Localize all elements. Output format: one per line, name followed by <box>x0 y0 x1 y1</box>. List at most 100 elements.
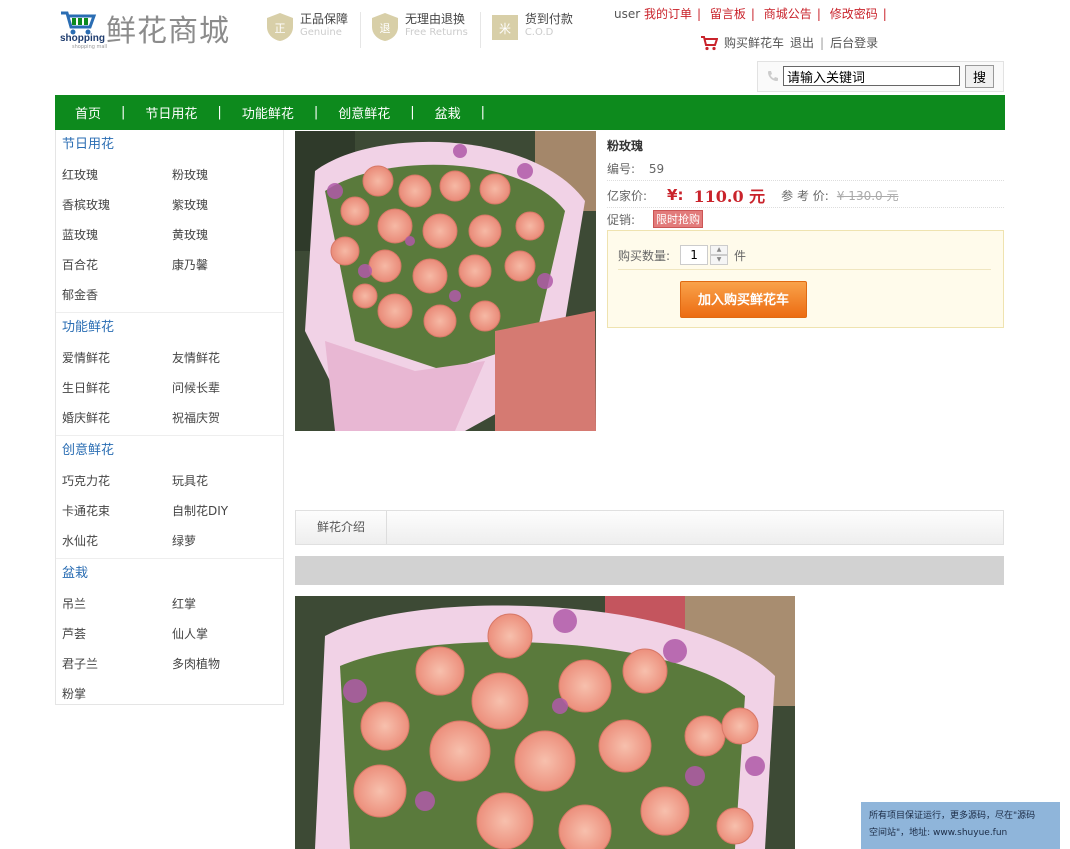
shield-icon: 正 <box>267 13 293 41</box>
link-announcements[interactable]: 商城公告 <box>764 7 812 21</box>
divider: | <box>816 7 821 21</box>
nav-creative-flowers[interactable]: 创意鲜花 <box>318 103 410 122</box>
category-item[interactable]: 紫玫瑰 <box>166 190 276 220</box>
quantity-unit: 件 <box>734 248 747 263</box>
return-shield-icon: 退 <box>372 13 399 41</box>
badge-title: 正品保障 <box>300 12 349 26</box>
category-title[interactable]: 盆栽 <box>56 559 283 589</box>
category-item[interactable]: 生日鲜花 <box>56 373 166 403</box>
search-button[interactable]: 搜 <box>965 65 994 88</box>
username: user <box>614 7 641 21</box>
badge-title: 货到付款 <box>524 12 573 26</box>
category-item[interactable]: 问候长辈 <box>166 373 276 403</box>
bouquet-photo <box>295 131 596 431</box>
category-title[interactable]: 功能鲜花 <box>56 313 283 343</box>
product-image[interactable] <box>295 131 596 431</box>
currency-symbol: ¥: <box>667 186 684 204</box>
quantity-stepper[interactable]: ▲ ▼ <box>710 245 729 265</box>
category-item[interactable]: 蓝玫瑰 <box>56 220 166 250</box>
quantity-label: 购买数量: <box>618 248 671 263</box>
category-item[interactable]: 红掌 <box>166 589 276 619</box>
purchase-box: 购买数量: ▲ ▼ 件 加入购买鲜花车 <box>607 230 1004 328</box>
cart-line: 购买鲜花车 退出 | 后台登录 <box>700 34 878 51</box>
category-item[interactable]: 多肉植物 <box>166 649 276 679</box>
category-item[interactable]: 玩具花 <box>166 466 276 496</box>
badge-sub: C.O.D <box>524 27 554 38</box>
category-title[interactable]: 节日用花 <box>56 130 283 160</box>
product-sku-row: 编号: 59 <box>607 160 1004 181</box>
promo-badge: 限时抢购 <box>653 210 704 228</box>
category-item[interactable]: 百合花 <box>56 250 166 280</box>
site-logo[interactable]: shopping shopping mall 鲜花商城 <box>60 8 240 50</box>
badge-title: 无理由退换 <box>405 12 466 26</box>
price-label: 亿家价: <box>607 188 648 203</box>
link-my-orders[interactable]: 我的订单 <box>644 7 692 21</box>
cart-icon[interactable] <box>700 35 718 51</box>
divider: | <box>820 35 825 50</box>
category-item[interactable]: 水仙花 <box>56 526 166 556</box>
badge-cod: 米 货到付款 C.O.D <box>491 12 585 48</box>
category-item[interactable]: 爱情鲜花 <box>56 343 166 373</box>
link-cart[interactable]: 购买鲜花车 <box>724 34 784 51</box>
nav-functional-flowers[interactable]: 功能鲜花 <box>222 103 314 122</box>
nav-home[interactable]: 首页 <box>55 103 121 122</box>
stepper-down-icon[interactable]: ▼ <box>710 255 729 265</box>
category-item[interactable]: 吊兰 <box>56 589 166 619</box>
svg-text:正: 正 <box>275 22 286 35</box>
product-promo-row: 促销: 限时抢购 <box>607 210 1004 228</box>
category-item[interactable]: 婚庆鲜花 <box>56 403 166 433</box>
category-item[interactable]: 友情鲜花 <box>166 343 276 373</box>
quantity-input[interactable] <box>680 245 709 265</box>
category-item[interactable]: 芦荟 <box>56 619 166 649</box>
category-item[interactable]: 仙人掌 <box>166 619 276 649</box>
category-item[interactable]: 红玫瑰 <box>56 160 166 190</box>
category-item[interactable]: 郁金香 <box>56 280 166 310</box>
category-group: 创意鲜花 巧克力花 玩具花 卡通花束 自制花DIY 水仙花 绿萝 <box>56 436 283 559</box>
category-item[interactable]: 卡通花束 <box>56 496 166 526</box>
ref-price-label: 参 考 价: <box>781 188 829 203</box>
category-item[interactable]: 巧克力花 <box>56 466 166 496</box>
link-admin-login[interactable]: 后台登录 <box>830 34 878 51</box>
notice-line: 所有项目保证运行，更多源码，尽在"源码 <box>869 811 1036 821</box>
svg-text:退: 退 <box>380 22 391 35</box>
box-icon: 米 <box>491 15 518 40</box>
category-title[interactable]: 创意鲜花 <box>56 436 283 466</box>
badge-sub: Genuine <box>300 27 342 38</box>
product-price-row: 亿家价: ¥: 110.0 元 参 考 价: ¥ 130.0 元 <box>607 183 1004 208</box>
category-item[interactable]: 粉掌 <box>56 679 166 709</box>
nav-holiday-flowers[interactable]: 节日用花 <box>125 103 217 122</box>
category-item[interactable]: 香槟玫瑰 <box>56 190 166 220</box>
notice-line: 空间站"，地址: www.shuyue.fun <box>869 828 1008 838</box>
price-value: 110.0 元 <box>693 187 766 206</box>
category-item[interactable]: 自制花DIY <box>166 496 276 526</box>
divider: | <box>697 7 702 21</box>
svg-text:米: 米 <box>499 22 511 36</box>
category-item[interactable]: 祝福庆贺 <box>166 403 276 433</box>
link-logout[interactable]: 退出 <box>790 34 814 51</box>
detail-image <box>295 596 795 849</box>
category-group: 功能鲜花 爱情鲜花 友情鲜花 生日鲜花 问候长辈 婚庆鲜花 祝福庆贺 <box>56 313 283 436</box>
category-item[interactable]: 绿萝 <box>166 526 276 556</box>
divider: | <box>882 7 887 21</box>
tab-flower-intro[interactable]: 鲜花介绍 <box>296 511 387 544</box>
divider: | <box>750 7 755 21</box>
category-item[interactable]: 君子兰 <box>56 649 166 679</box>
category-item[interactable]: 康乃馨 <box>166 250 276 280</box>
link-change-password[interactable]: 修改密码 <box>830 7 878 21</box>
badge-returns: 退 无理由退换 Free Returns <box>371 12 481 48</box>
bouquet-detail-photo <box>295 596 795 849</box>
tab-content-header <box>295 556 1004 585</box>
category-item[interactable]: 粉玫瑰 <box>166 160 276 190</box>
badge-sub: Free Returns <box>405 27 468 38</box>
nav-potted-plants[interactable]: 盆栽 <box>415 103 481 122</box>
stepper-up-icon[interactable]: ▲ <box>710 245 729 255</box>
category-item[interactable]: 黄玫瑰 <box>166 220 276 250</box>
category-sidebar: 节日用花 红玫瑰 粉玫瑰 香槟玫瑰 紫玫瑰 蓝玫瑰 黄玫瑰 百合花 康乃馨 郁金… <box>55 130 284 705</box>
phone-icon <box>768 71 778 81</box>
search-input[interactable] <box>783 66 960 86</box>
top-user-nav: user 我的订单 | 留言板 | 商城公告 | 修改密码 | <box>614 5 892 22</box>
link-message-board[interactable]: 留言板 <box>710 7 746 21</box>
add-to-cart-button[interactable]: 加入购买鲜花车 <box>680 281 807 318</box>
logo-brand-sub: shopping mall <box>72 44 108 50</box>
sku-label: 编号: <box>607 162 636 176</box>
